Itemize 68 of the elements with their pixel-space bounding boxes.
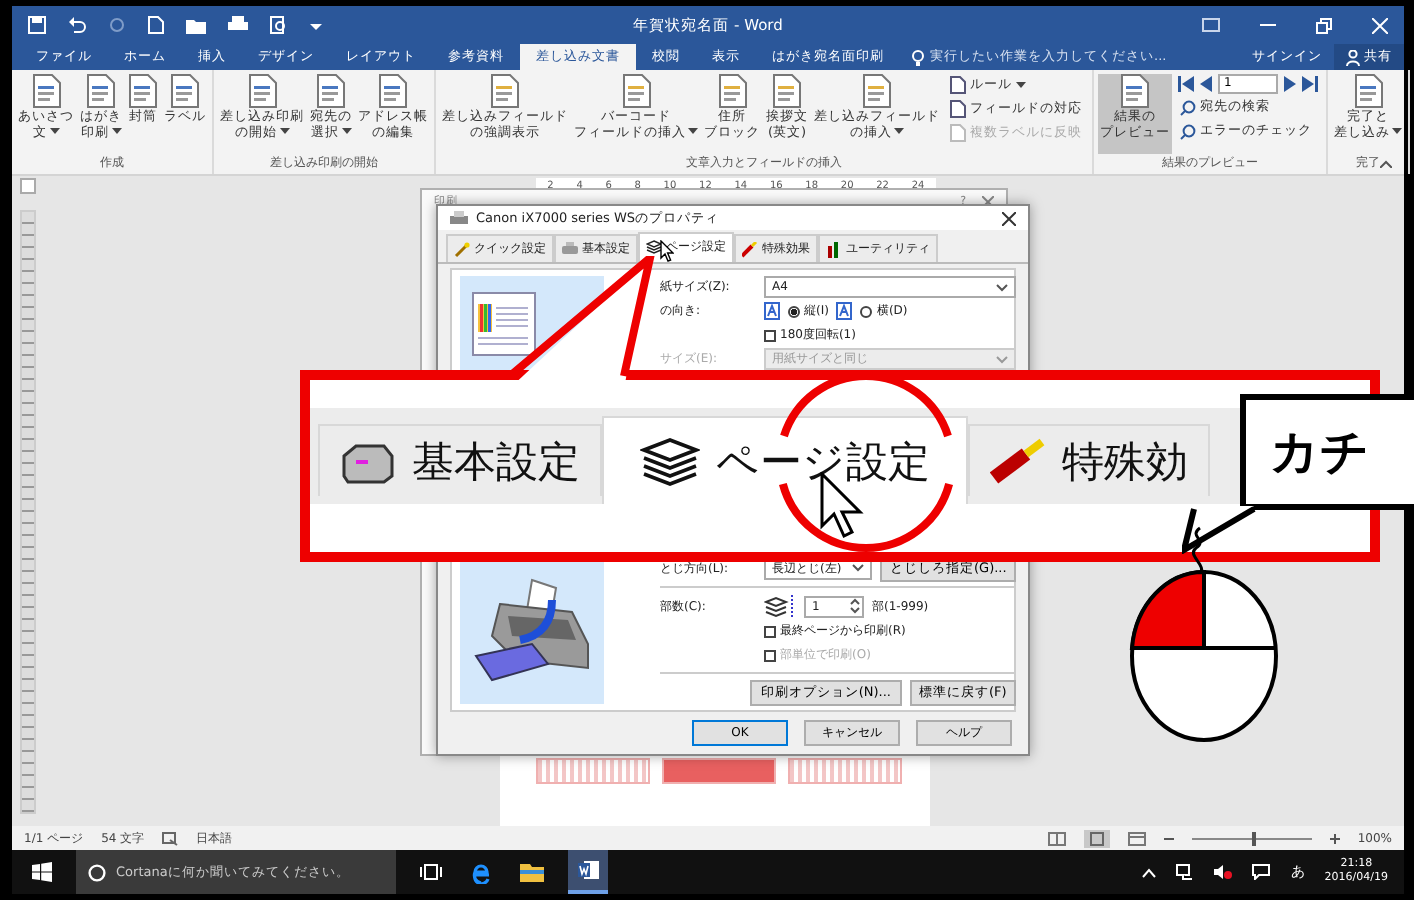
- zoom-in-icon[interactable]: [1329, 833, 1340, 843]
- lightbulb-icon: [912, 49, 924, 65]
- windows-logo-icon[interactable]: [32, 862, 52, 882]
- copies-icon: [764, 593, 796, 620]
- portrait-letter-icon: [764, 302, 780, 320]
- print-layout-icon[interactable]: [1083, 829, 1110, 847]
- undo-icon[interactable]: [68, 16, 86, 34]
- muted-speaker-icon[interactable]: [1214, 864, 1233, 880]
- postcard-field: [788, 758, 902, 784]
- browser-e-icon[interactable]: [470, 861, 492, 883]
- proofing-icon[interactable]: [162, 831, 179, 845]
- printer-icon: [450, 210, 468, 226]
- zoom-out-icon[interactable]: [1163, 833, 1174, 843]
- restore-icon[interactable]: [1316, 17, 1332, 33]
- document-icon[interactable]: [148, 16, 164, 34]
- word-app-button[interactable]: [568, 850, 608, 894]
- chevron-down-icon: [996, 355, 1009, 363]
- chevron-down-icon: [996, 283, 1009, 291]
- notifications-icon[interactable]: [1252, 864, 1271, 880]
- printer-icon: [562, 242, 578, 256]
- read-mode-icon[interactable]: [1047, 831, 1066, 845]
- collapse-ribbon-icon[interactable]: [1380, 160, 1392, 168]
- folder-icon[interactable]: [186, 17, 206, 33]
- postcard-field: [536, 758, 650, 784]
- wand-icon: [454, 241, 470, 257]
- portrait-letter-icon: [836, 302, 853, 320]
- brush-icon: [990, 437, 1046, 485]
- circle-icon: [88, 863, 106, 881]
- word-icon: [577, 860, 599, 880]
- caret-icon: [1016, 81, 1026, 89]
- web-layout-icon[interactable]: [1127, 831, 1146, 845]
- last-record-icon[interactable]: [1302, 76, 1318, 92]
- preview-icon[interactable]: [270, 16, 288, 34]
- next-record-icon[interactable]: [1284, 76, 1296, 92]
- search-icon: [1180, 99, 1196, 115]
- printer-icon[interactable]: [228, 16, 248, 34]
- caret-icon: [111, 128, 121, 136]
- ribbon-display-icon[interactable]: [1202, 18, 1220, 32]
- first-record-icon[interactable]: [1178, 76, 1194, 92]
- search-icon: [1180, 123, 1196, 139]
- stacked-pages-icon: [646, 240, 662, 254]
- printer-icon: [340, 439, 396, 483]
- caret-icon: [688, 128, 698, 136]
- folder-icon[interactable]: [520, 862, 544, 882]
- brush-icon: [742, 241, 758, 257]
- click-sound-text: カチ: [1270, 422, 1370, 484]
- save-icon[interactable]: [28, 16, 46, 34]
- caret-icon: [49, 128, 59, 136]
- cursor-icon: [660, 240, 674, 262]
- caret-icon: [1392, 128, 1402, 136]
- minimize-icon[interactable]: [1260, 22, 1276, 28]
- caret-icon[interactable]: [310, 19, 322, 31]
- caret-icon: [279, 128, 289, 136]
- previous-record-icon[interactable]: [1200, 76, 1212, 92]
- chevron-up-icon[interactable]: [1142, 867, 1157, 877]
- spinner-icon[interactable]: [850, 598, 860, 615]
- chevron-down-icon: [852, 564, 864, 573]
- stacked-pages-icon: [640, 437, 700, 485]
- task-view-icon[interactable]: [420, 864, 442, 880]
- close-icon[interactable]: [1002, 211, 1016, 225]
- caret-icon: [341, 128, 351, 136]
- redo-icon[interactable]: [108, 16, 126, 34]
- tools-icon: [826, 241, 842, 257]
- network-icon[interactable]: [1176, 864, 1195, 880]
- page-thumbnail-drawing: [472, 292, 536, 356]
- caret-icon: [894, 128, 904, 136]
- person-icon: [1346, 49, 1360, 65]
- postcard-field: [662, 758, 776, 784]
